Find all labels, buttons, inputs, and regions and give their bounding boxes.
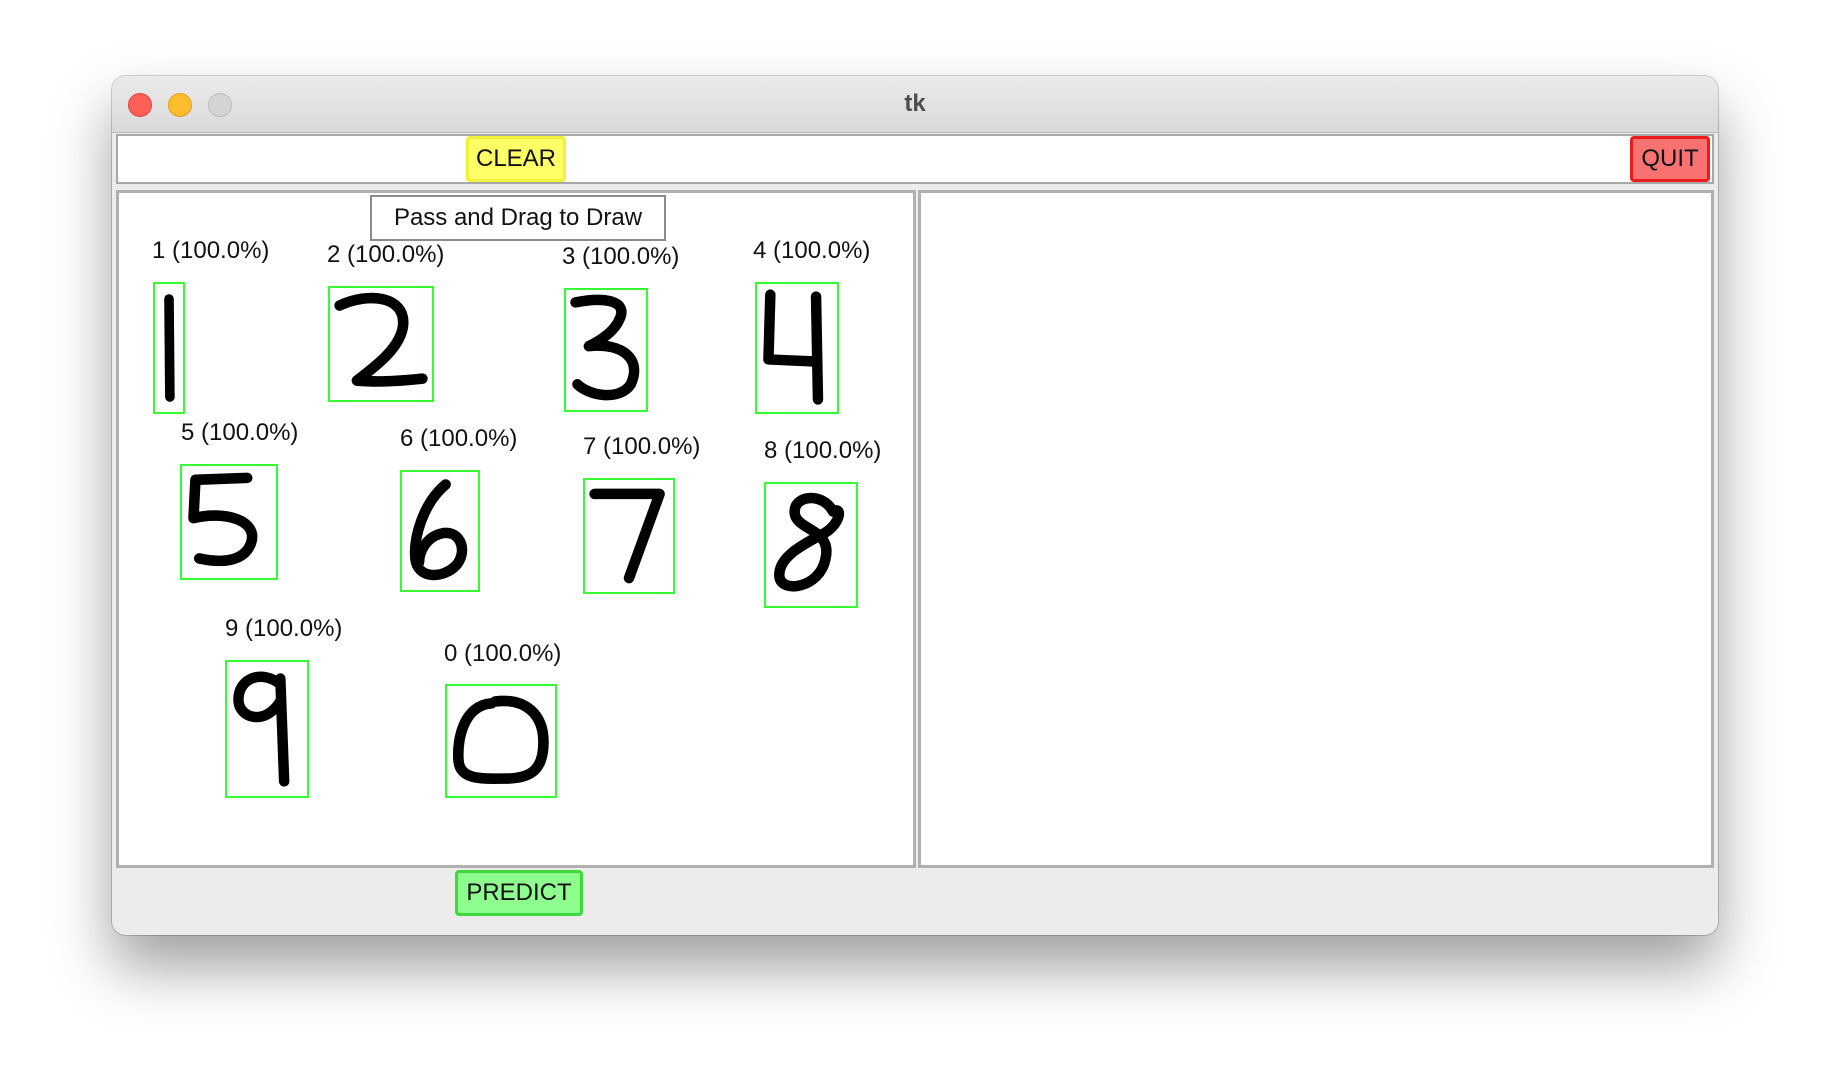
detection-label: 9 (100.0%)	[225, 615, 343, 642]
window-title: tk	[904, 90, 926, 117]
top-toolbar: CLEAR QUIT	[116, 134, 1714, 184]
quit-button[interactable]: QUIT	[1630, 136, 1710, 182]
detection-box	[583, 478, 675, 594]
digit-9-stroke	[233, 671, 290, 787]
bottom-toolbar: PREDICT	[112, 870, 1718, 935]
detection-label: 5 (100.0%)	[181, 419, 299, 446]
digit-8-stroke	[774, 492, 845, 592]
detection-box	[153, 282, 185, 414]
detection-box	[764, 482, 858, 608]
detection-box	[328, 286, 434, 402]
title-bar[interactable]: tk	[112, 76, 1718, 133]
digit-6-stroke	[409, 479, 468, 581]
digit-2-stroke	[334, 292, 428, 387]
detection-label: 6 (100.0%)	[400, 425, 518, 452]
detection-label: 0 (100.0%)	[444, 640, 562, 667]
predict-button[interactable]: PREDICT	[455, 870, 583, 916]
digit-7-stroke	[589, 488, 665, 584]
detection-label: 8 (100.0%)	[764, 437, 882, 464]
digit-0-stroke	[452, 695, 549, 784]
detection-box	[225, 660, 309, 798]
detection-box	[445, 684, 557, 798]
drawing-canvas[interactable]: Pass and Drag to Draw 1 (100.0%) 2 (100.…	[116, 190, 916, 868]
draw-hint-label: Pass and Drag to Draw	[370, 195, 666, 241]
detection-label: 3 (100.0%)	[562, 243, 680, 270]
digit-3-stroke	[570, 294, 640, 401]
detection-label: 2 (100.0%)	[327, 241, 445, 268]
digit-4-stroke	[763, 289, 824, 405]
detection-label: 7 (100.0%)	[583, 433, 701, 460]
detection-box	[564, 288, 648, 412]
clear-button[interactable]: CLEAR	[466, 136, 566, 182]
result-panel	[918, 190, 1714, 868]
app-window: tk CLEAR QUIT Pass and Drag to Draw 1 (1…	[112, 76, 1718, 935]
digit-5-stroke	[188, 472, 258, 567]
digit-1-stroke	[164, 294, 175, 402]
detection-label: 1 (100.0%)	[152, 237, 270, 264]
detection-box	[755, 282, 839, 414]
detection-box	[400, 470, 480, 592]
detection-box	[180, 464, 278, 580]
detection-label: 4 (100.0%)	[753, 237, 871, 264]
